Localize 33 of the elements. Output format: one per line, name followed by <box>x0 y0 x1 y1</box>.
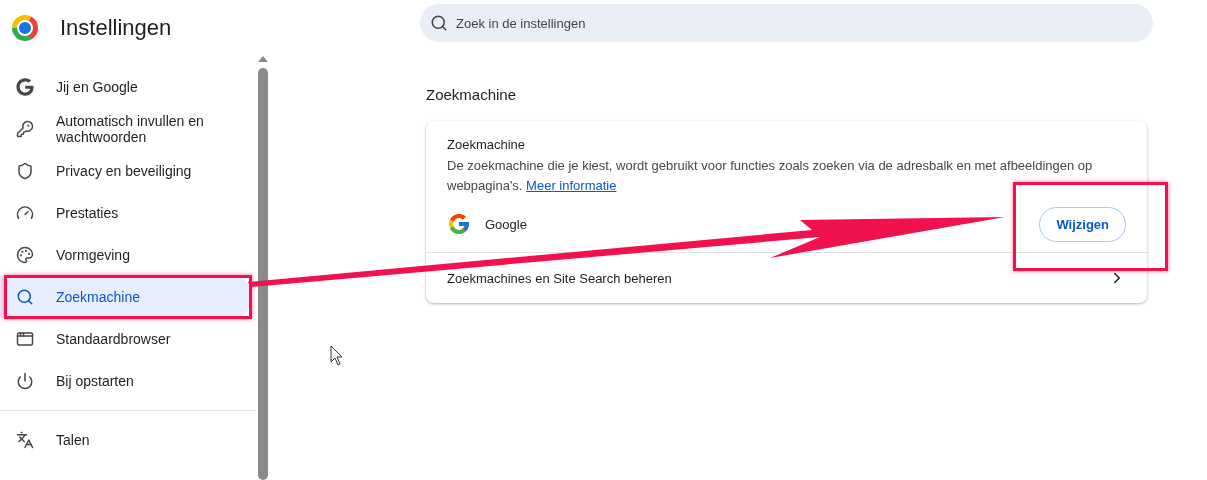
search-icon <box>430 14 448 32</box>
chrome-logo-icon <box>12 15 38 41</box>
sidebar-item[interactable]: Talen <box>0 419 252 461</box>
mouse-cursor-icon <box>330 345 343 366</box>
shield-icon <box>16 162 34 180</box>
power-icon <box>16 372 34 390</box>
section-title: Zoekmachine <box>426 86 518 103</box>
google-logo-icon <box>447 212 471 236</box>
card-description: De zoekmachine die je kiest, wordt gebruikt voor functies zoals zoeken via de adresbalk en met afbeeldingen op webpagina's. Meer informatie <box>447 157 1094 195</box>
change-button[interactable]: Wijzigen <box>1039 206 1126 242</box>
gauge-icon <box>16 204 34 222</box>
sidebar-item[interactable]: Vormgeving <box>0 234 252 276</box>
learn-more-link[interactable]: Meer informatie <box>526 178 617 193</box>
sidebar-item[interactable]: Jij en Google <box>0 66 252 108</box>
sidebar-item[interactable]: Bij opstarten <box>0 360 252 402</box>
sidebar-item[interactable]: Automatisch invullen en wachtwoorden <box>0 108 252 150</box>
window-icon <box>16 330 34 348</box>
sidebar-item[interactable]: Prestaties <box>0 192 252 234</box>
translate-icon <box>16 431 34 449</box>
scroll-up-icon[interactable] <box>258 56 268 62</box>
scrollbar-thumb[interactable] <box>258 68 268 480</box>
sidebar-item[interactable]: Privacy en beveiliging <box>0 150 252 192</box>
palette-icon <box>16 246 34 264</box>
row-label: Zoekmachines en Site Search beheren <box>447 270 672 286</box>
page-title: Instellingen <box>60 15 172 41</box>
google-icon <box>16 78 34 96</box>
engine-name: Google <box>485 216 528 232</box>
card-title: Zoekmachine <box>447 137 527 152</box>
search-field[interactable]: Zoek in de instellingen <box>420 4 1153 42</box>
sidebar-item[interactable]: Zoekmachine <box>0 276 252 318</box>
search-icon <box>16 288 34 306</box>
sidebar-item[interactable]: Standaardbrowser <box>0 318 252 360</box>
key-icon <box>16 120 34 138</box>
